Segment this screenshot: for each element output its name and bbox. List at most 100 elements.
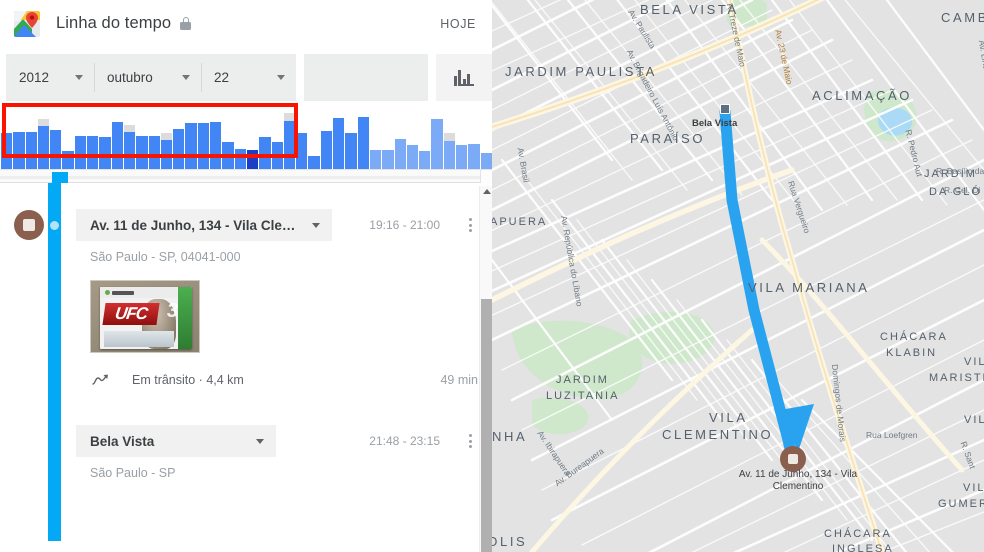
histogram-bar[interactable]: [283, 113, 296, 169]
histogram-bar[interactable]: [87, 135, 99, 169]
histogram-bar-fill: [173, 129, 185, 169]
destination-marker-icon[interactable]: [780, 446, 806, 472]
histogram-bar-fill: [419, 150, 431, 169]
histogram-bar[interactable]: [210, 121, 222, 169]
histogram-scroll-end[interactable]: [480, 170, 492, 183]
today-button[interactable]: HOJE: [440, 17, 476, 31]
histogram-bar-fill: [197, 122, 210, 169]
histogram-bar[interactable]: [431, 119, 443, 169]
case-spine: [178, 287, 192, 349]
histogram-bar-fill: [320, 131, 333, 169]
histogram-bar-fill: [99, 136, 111, 169]
histogram-bar[interactable]: [345, 133, 357, 169]
month-select[interactable]: outubro: [94, 54, 201, 101]
histogram-bar-fill: [25, 132, 37, 169]
histogram-bar[interactable]: [123, 124, 136, 169]
histogram-bar-fill: [283, 120, 296, 169]
histogram-bar-fill: [74, 135, 87, 169]
year-select[interactable]: 2012: [6, 54, 94, 101]
date-selector-group: 2012 outubro 22: [6, 54, 296, 101]
destination-marker-inner: [788, 454, 798, 464]
google-maps-logo-icon: [14, 10, 40, 37]
photo-thumbnail-wrap: 3 UFC: [0, 280, 492, 353]
map-view[interactable]: BELA VISTA CAMB JARDIM PAULISTA ACLIMAÇÃ…: [492, 0, 984, 552]
toolbar-filler: [304, 54, 428, 101]
game-case: 3 UFC: [100, 287, 192, 349]
histogram-bar[interactable]: [333, 118, 345, 169]
histogram-bar-fill: [296, 133, 308, 169]
histogram-bar[interactable]: [222, 142, 234, 169]
histogram-bar[interactable]: [111, 121, 123, 169]
histogram-bar[interactable]: [25, 132, 37, 169]
chevron-down-icon: [256, 438, 264, 444]
year-select-value: 2012: [19, 70, 50, 85]
activity-histogram: [0, 105, 492, 169]
histogram-bar[interactable]: [148, 135, 160, 169]
day-select-value: 22: [214, 70, 230, 85]
histogram-bar-fill: [160, 139, 173, 169]
histogram-bar[interactable]: [13, 132, 25, 169]
panel-scroll-thumb[interactable]: [481, 299, 492, 552]
place-chip[interactable]: Av. 11 de Junho, 134 - Vila Clementino: [76, 209, 332, 241]
histogram-bar[interactable]: [308, 156, 320, 169]
histogram-bar-ghost: [443, 133, 455, 141]
origin-marker-icon[interactable]: [720, 104, 730, 114]
entry-time: 19:16 - 21:00: [369, 218, 440, 232]
histogram-bar[interactable]: [234, 148, 246, 169]
histogram-bar-ghost: [123, 124, 136, 133]
bar-chart-button[interactable]: [436, 54, 492, 101]
histogram-bar[interactable]: [50, 130, 62, 169]
transit-arrow-icon: [92, 373, 110, 387]
histogram-bar[interactable]: [271, 142, 283, 169]
histogram-bar-fill: [234, 148, 246, 169]
histogram-bar[interactable]: [406, 145, 419, 169]
place-subtitle: São Paulo - SP, 04041-000: [90, 250, 241, 264]
histogram-bar-ghost: [283, 113, 296, 121]
histogram-bar[interactable]: [197, 122, 210, 169]
histogram-bar[interactable]: [185, 122, 197, 169]
place-chip[interactable]: Bela Vista: [76, 425, 276, 457]
histogram-bar[interactable]: [62, 150, 74, 169]
timeline-dot: [50, 221, 59, 230]
histogram-bar[interactable]: [320, 131, 333, 169]
histogram-bar[interactable]: [394, 138, 406, 169]
histogram-bar[interactable]: [160, 133, 173, 169]
histogram-scroll-thumb[interactable]: [52, 172, 68, 183]
entry-header-row: Av. 11 de Junho, 134 - Vila Clementino 1…: [0, 209, 492, 241]
more-vert-icon[interactable]: [462, 434, 478, 448]
histogram-bar[interactable]: [468, 144, 480, 169]
histogram-bar[interactable]: [246, 149, 259, 169]
place-subtitle: São Paulo - SP: [90, 466, 176, 480]
histogram-bar[interactable]: [99, 136, 111, 169]
panel-scrollbar[interactable]: [479, 186, 492, 552]
histogram-bar-fill: [382, 149, 394, 169]
scroll-up-arrow-icon[interactable]: [483, 189, 491, 194]
histogram-bar[interactable]: [136, 135, 148, 169]
histogram-bar[interactable]: [37, 119, 50, 169]
histogram-bar[interactable]: [369, 149, 382, 169]
place-title: Bela Vista: [90, 433, 155, 449]
histogram-bar-fill: [308, 156, 320, 169]
histogram-bar[interactable]: [259, 136, 271, 169]
histogram-bar[interactable]: [357, 117, 369, 169]
histogram-bar[interactable]: [480, 152, 492, 169]
histogram-scrollbar[interactable]: [0, 169, 492, 183]
histogram-bar[interactable]: [382, 149, 394, 169]
histogram-bar-fill: [345, 133, 357, 169]
histogram-bar[interactable]: [1, 133, 13, 169]
histogram-bar[interactable]: [419, 150, 431, 169]
histogram-bar[interactable]: [296, 133, 308, 169]
histogram-bar[interactable]: [173, 129, 185, 169]
histogram-bar-fill: [148, 135, 160, 169]
ufc-number: 3: [166, 300, 178, 322]
more-vert-icon[interactable]: [462, 218, 478, 232]
histogram-bar[interactable]: [443, 133, 455, 169]
histogram-bar[interactable]: [74, 135, 87, 169]
photo-thumbnail[interactable]: 3 UFC: [90, 280, 200, 353]
histogram-bar-fill: [480, 152, 492, 169]
histogram-bar[interactable]: [455, 145, 468, 169]
histogram-bars[interactable]: [0, 113, 492, 169]
day-select[interactable]: 22: [201, 54, 296, 101]
histogram-bar-fill: [369, 149, 382, 169]
histogram-bar-fill: [13, 132, 25, 169]
